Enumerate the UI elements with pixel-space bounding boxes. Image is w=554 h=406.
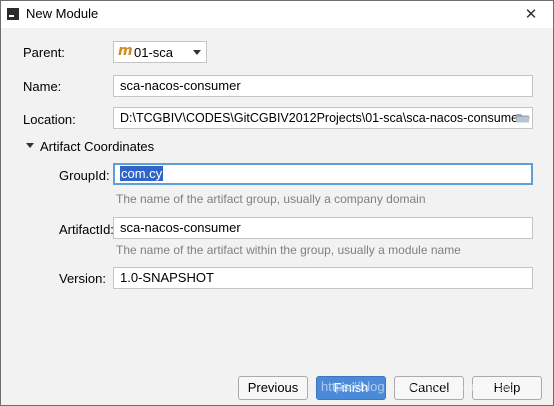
parent-label: Parent: [23, 45, 65, 60]
name-label: Name: [23, 79, 62, 94]
collapse-triangle-icon[interactable] [26, 143, 34, 148]
chevron-down-icon [193, 50, 201, 55]
artifact-coordinates-header[interactable]: Artifact Coordinates [40, 139, 154, 154]
title-bar: New Module ✕ [1, 1, 553, 28]
artifactid-label: ArtifactId: [59, 222, 114, 237]
folder-icon[interactable] [516, 113, 530, 123]
maven-module-icon: m [118, 43, 133, 59]
artifactid-hint: The name of the artifact within the grou… [116, 243, 461, 257]
parent-value: 01-sca [134, 45, 174, 60]
groupid-value: com.cy [120, 166, 164, 181]
groupid-field[interactable]: com.cy [113, 163, 533, 185]
close-icon[interactable]: ✕ [514, 2, 548, 26]
groupid-label: GroupId: [59, 168, 110, 183]
intellij-app-icon [7, 8, 19, 20]
new-module-dialog: New Module ✕ Parent: m 01-sca Name: sca-… [0, 0, 554, 406]
watermark: https://blog.csdn.net/L_Sunshhap [321, 379, 514, 394]
artifactid-field[interactable]: sca-nacos-consumer [113, 217, 533, 239]
name-field[interactable]: sca-nacos-consumer [113, 75, 533, 97]
location-field[interactable]: D:\TCGBIV\CODES\GitCGBIV2012Projects\01-… [113, 107, 533, 129]
groupid-hint: The name of the artifact group, usually … [116, 192, 426, 206]
location-label: Location: [23, 112, 76, 127]
version-label: Version: [59, 271, 106, 286]
dialog-title: New Module [26, 6, 99, 21]
parent-dropdown[interactable]: m 01-sca [113, 41, 207, 63]
previous-button[interactable]: Previous [238, 376, 308, 400]
version-field[interactable]: 1.0-SNAPSHOT [113, 267, 533, 289]
